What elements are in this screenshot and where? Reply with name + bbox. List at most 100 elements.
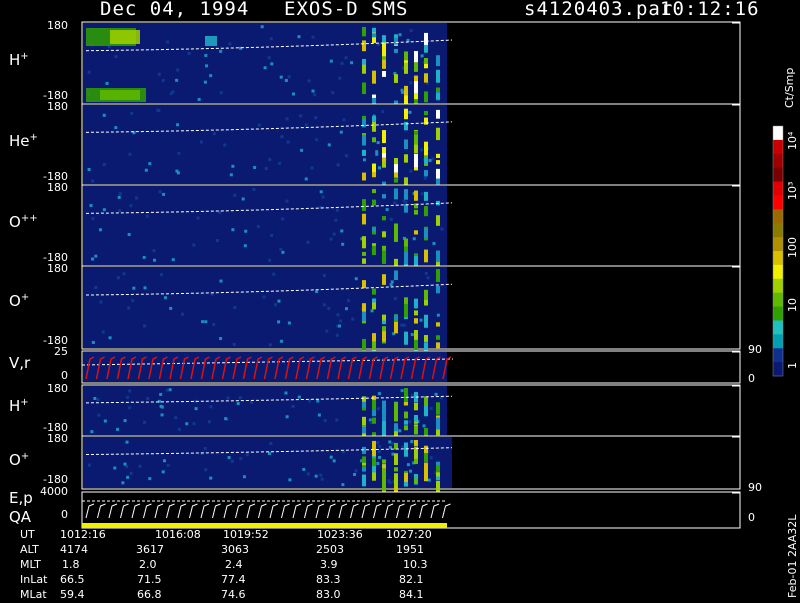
data-cell: [180, 312, 184, 316]
data-cell: [362, 426, 366, 434]
data-cell: [424, 249, 428, 263]
data-cell: [169, 306, 173, 310]
data-cell: [424, 271, 428, 275]
data-cell: [432, 241, 436, 245]
data-cell: [219, 337, 223, 341]
data-cell: [219, 279, 223, 283]
data-cell: [414, 134, 418, 146]
colorbar-segment: [773, 167, 783, 183]
colorbar-segment: [773, 223, 783, 238]
data-cell: [341, 450, 345, 454]
data-cell: [334, 218, 338, 222]
data-cell: [404, 108, 408, 120]
data-cell: [212, 132, 216, 136]
data-cell: [414, 414, 418, 422]
data-cell: [101, 330, 105, 334]
data-cell: [414, 153, 418, 168]
data-cell: [285, 415, 289, 419]
data-cell: [93, 396, 97, 400]
data-cell: [404, 121, 408, 131]
cell: 71.5: [137, 573, 162, 586]
data-cell: [286, 140, 290, 144]
data-cell: [362, 199, 366, 212]
data-cell: [414, 209, 418, 215]
data-cell: [306, 472, 310, 476]
data-cell: [317, 413, 321, 417]
colorbar-segment: [773, 153, 783, 169]
data-cell: [419, 318, 423, 322]
data-cell: [322, 303, 326, 307]
colorbar-segment: [773, 195, 783, 210]
data-cell: [394, 314, 398, 321]
colorbar-segment: [773, 209, 783, 224]
data-cell: [315, 138, 319, 142]
data-cell: [148, 162, 152, 166]
data-cell: [382, 314, 386, 321]
data-cell: [382, 408, 386, 422]
cell: 77.4: [221, 573, 246, 586]
data-cell: [424, 73, 428, 83]
data-cell: [125, 440, 129, 444]
data-cell: [304, 123, 308, 127]
data-cell: [332, 459, 336, 463]
data-cell: [424, 335, 428, 342]
data-cell: [424, 289, 428, 301]
data-cell: [113, 466, 117, 470]
data-cell: [376, 407, 380, 411]
data-cell: [377, 392, 381, 396]
data-cell: [128, 152, 132, 156]
data-cell: [404, 389, 408, 402]
data-cell: [354, 469, 358, 473]
data-cell: [339, 130, 343, 134]
colorbar-segment: [773, 334, 783, 349]
data-cell: [436, 402, 440, 415]
cell: 1027:20: [386, 528, 432, 541]
data-cell: [209, 74, 213, 78]
data-cell: [414, 310, 418, 316]
data-cell: [306, 240, 310, 244]
data-cell: [187, 51, 191, 55]
data-cell: [344, 307, 348, 311]
data-cell: [130, 111, 134, 115]
data-cell: [241, 197, 245, 201]
data-cell: [204, 468, 208, 472]
data-cell: [394, 322, 398, 334]
data-cell: [340, 61, 344, 65]
data-cell: [98, 228, 102, 232]
data-cell: [436, 285, 440, 294]
right-tick-top: 90: [748, 343, 762, 356]
data-cell: [394, 402, 398, 417]
data-cell: [224, 417, 228, 421]
data-cell: [394, 232, 398, 242]
panel-label-ep: E,p: [9, 489, 33, 507]
data-cell: [434, 392, 438, 396]
data-cell: [362, 26, 366, 37]
data-cell: [362, 446, 366, 454]
data-cell: [372, 302, 376, 310]
data-cell: [245, 453, 249, 457]
data-cell: [372, 333, 376, 342]
data-cell: [436, 418, 440, 430]
colorbar-segment: [773, 139, 783, 155]
data-cell: [424, 32, 428, 45]
data-cell: [344, 56, 348, 60]
data-cell: [404, 189, 408, 200]
panel-label-o-plusplus: O++: [9, 213, 38, 231]
data-cell: [402, 323, 406, 327]
data-cell: [372, 163, 376, 173]
data-cell: [404, 481, 408, 487]
data-cell: [436, 153, 440, 158]
data-cell: [205, 36, 217, 46]
data-cell: [310, 166, 314, 170]
data-cell: [156, 108, 160, 112]
data-cell: [322, 274, 326, 278]
data-cell: [344, 154, 348, 158]
data-cell: [118, 208, 122, 212]
data-cell: [372, 227, 376, 232]
cell: 59.4: [60, 588, 85, 601]
data-cell: [148, 477, 152, 481]
data-cell: [372, 33, 376, 38]
data-cell: [127, 306, 131, 310]
data-cell: [277, 299, 281, 303]
data-cell: [319, 190, 323, 194]
